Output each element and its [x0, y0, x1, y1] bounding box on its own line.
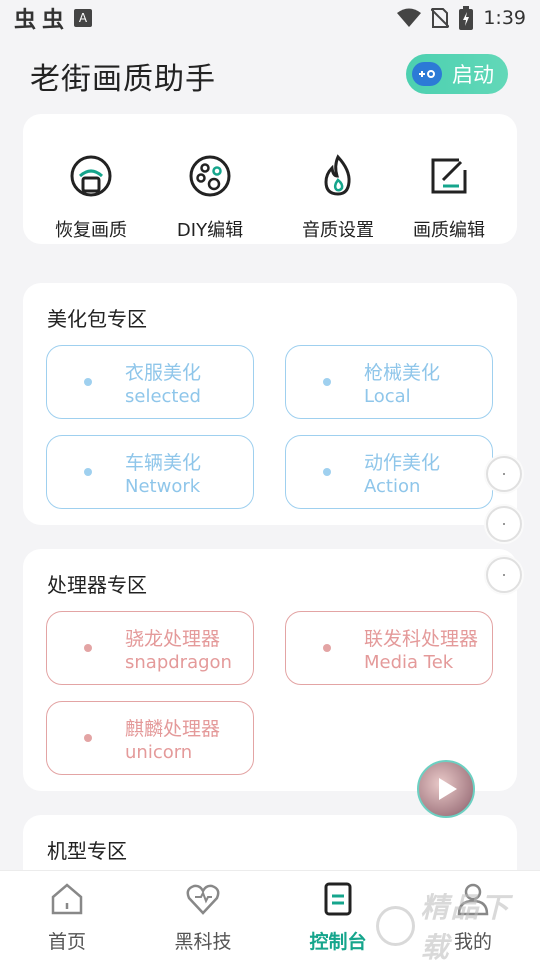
launch-button[interactable]: 启动: [406, 54, 508, 94]
notification-icon: A: [74, 9, 93, 27]
console-icon: [324, 882, 352, 916]
tool-label: 音质设置: [302, 220, 374, 241]
processor-item-kirin[interactable]: 麒麟处理器 unicorn: [46, 701, 254, 775]
beautify-item-weapons[interactable]: 枪械美化 Local: [285, 345, 493, 419]
edit-icon: [431, 158, 467, 194]
tool-label: 画质编辑: [413, 220, 485, 241]
item-subtitle: Network: [125, 476, 201, 497]
vehicle-icon: [84, 468, 92, 476]
flame-icon: [324, 154, 351, 196]
floating-dot[interactable]: [486, 557, 522, 593]
tool-restore-quality[interactable]: 恢复画质: [31, 154, 151, 242]
no-sim-icon: [431, 8, 450, 28]
wifi-icon: [397, 8, 422, 27]
tool-label: 恢复画质: [55, 220, 127, 241]
weapon-icon: [323, 378, 331, 386]
nav-label: 首页: [47, 931, 86, 953]
palette-icon: [189, 155, 231, 197]
processor-item-snapdragon[interactable]: 骁龙处理器 snapdragon: [46, 611, 254, 685]
item-title: 衣服美化: [125, 362, 202, 384]
app-title: 老街画质助手: [30, 62, 216, 97]
video-play-button[interactable]: [417, 760, 475, 818]
item-title: 车辆美化: [125, 452, 202, 474]
item-title: 联发科处理器: [364, 628, 479, 650]
tool-sound-settings[interactable]: 音质设置: [278, 154, 398, 242]
status-bar: 虫 虫 A 1:39: [0, 0, 540, 36]
watermark-text: 精品下载: [420, 891, 511, 960]
floating-dot[interactable]: [486, 506, 522, 542]
gamepad-icon: [412, 62, 442, 86]
tool-label: DIY编辑: [176, 220, 244, 241]
watermark: 精品下载: [376, 891, 536, 960]
bug-icon: 虫: [42, 8, 65, 33]
chip-icon: [323, 644, 331, 652]
tool-quality-edit[interactable]: 画质编辑: [389, 154, 509, 242]
item-subtitle: snapdragon: [125, 652, 232, 673]
action-icon: [323, 468, 331, 476]
section-title: 处理器专区: [47, 573, 147, 597]
section-title: 机型专区: [47, 839, 127, 863]
home-icon: [51, 883, 83, 915]
chip-icon: [84, 734, 92, 742]
item-subtitle: unicorn: [125, 742, 193, 763]
beautify-item-clothes[interactable]: 衣服美化 selected: [46, 345, 254, 419]
item-title: 骁龙处理器: [125, 628, 221, 650]
bug-icon: 虫: [14, 8, 37, 33]
battery-icon: [459, 6, 474, 30]
item-subtitle: Action: [364, 476, 421, 497]
tools-card: 恢复画质 DIY编辑 音质设置 画质编辑: [23, 114, 517, 244]
floating-dot[interactable]: [486, 456, 522, 492]
processor-item-mediatek[interactable]: 联发科处理器 Media Tek: [285, 611, 493, 685]
item-subtitle: Media Tek: [364, 652, 454, 673]
item-title: 动作美化: [364, 452, 441, 474]
clothes-icon: [84, 378, 92, 386]
item-subtitle: selected: [125, 386, 201, 407]
clock: 1:39: [483, 7, 526, 29]
launch-label: 启动: [452, 63, 494, 87]
processor-card: 处理器专区 骁龙处理器 snapdragon 联发科处理器 Media Tek …: [23, 549, 517, 791]
beautify-card: 美化包专区 衣服美化 selected 枪械美化 Local 车辆美化 Netw…: [23, 283, 517, 525]
item-title: 麒麟处理器: [125, 718, 221, 740]
restore-icon: [70, 155, 112, 197]
tool-diy-edit[interactable]: DIY编辑: [150, 154, 270, 242]
beautify-item-vehicles[interactable]: 车辆美化 Network: [46, 435, 254, 509]
item-subtitle: Local: [364, 386, 411, 407]
watermark-logo-icon: [376, 906, 415, 946]
nav-label: 黑科技: [174, 931, 232, 953]
chip-icon: [84, 644, 92, 652]
beautify-item-actions[interactable]: 动作美化 Action: [285, 435, 493, 509]
heart-icon: [186, 884, 220, 915]
section-title: 美化包专区: [47, 307, 147, 331]
nav-home[interactable]: 首页: [12, 881, 122, 954]
play-icon: [439, 778, 457, 800]
item-title: 枪械美化: [364, 362, 441, 384]
nav-black-tech[interactable]: 黑科技: [148, 881, 258, 954]
